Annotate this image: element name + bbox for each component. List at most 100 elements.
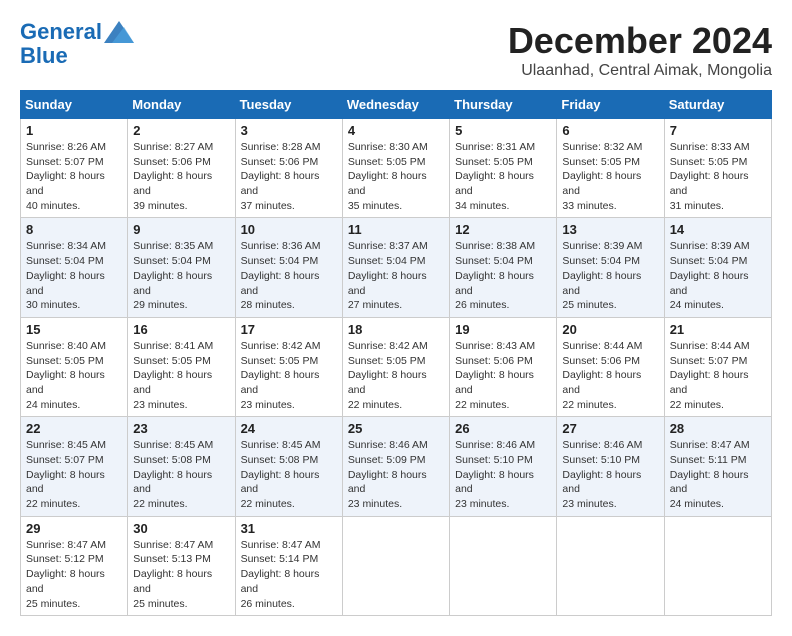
header-tuesday: Tuesday xyxy=(235,91,342,119)
day-detail: Sunrise: 8:33 AMSunset: 5:05 PMDaylight:… xyxy=(670,140,766,213)
table-row: 29 Sunrise: 8:47 AMSunset: 5:12 PMDaylig… xyxy=(21,516,128,615)
day-detail: Sunrise: 8:37 AMSunset: 5:04 PMDaylight:… xyxy=(348,239,444,312)
day-number: 11 xyxy=(348,222,444,237)
table-row: 4 Sunrise: 8:30 AMSunset: 5:05 PMDayligh… xyxy=(342,119,449,218)
calendar-table: SundayMondayTuesdayWednesdayThursdayFrid… xyxy=(20,90,772,616)
day-number: 4 xyxy=(348,123,444,138)
logo: General Blue xyxy=(20,20,134,68)
day-number: 1 xyxy=(26,123,122,138)
day-number: 14 xyxy=(670,222,766,237)
header-friday: Friday xyxy=(557,91,664,119)
day-detail: Sunrise: 8:47 AMSunset: 5:14 PMDaylight:… xyxy=(241,538,337,611)
table-row: 19 Sunrise: 8:43 AMSunset: 5:06 PMDaylig… xyxy=(450,317,557,416)
day-detail: Sunrise: 8:32 AMSunset: 5:05 PMDaylight:… xyxy=(562,140,658,213)
day-number: 23 xyxy=(133,421,229,436)
table-row: 24 Sunrise: 8:45 AMSunset: 5:08 PMDaylig… xyxy=(235,417,342,516)
page-header: General Blue December 2024 Ulaanhad, Cen… xyxy=(20,20,772,80)
table-row: 7 Sunrise: 8:33 AMSunset: 5:05 PMDayligh… xyxy=(664,119,771,218)
day-number: 8 xyxy=(26,222,122,237)
logo-blue-text: Blue xyxy=(20,44,68,68)
day-detail: Sunrise: 8:43 AMSunset: 5:06 PMDaylight:… xyxy=(455,339,551,412)
table-row: 28 Sunrise: 8:47 AMSunset: 5:11 PMDaylig… xyxy=(664,417,771,516)
table-row: 3 Sunrise: 8:28 AMSunset: 5:06 PMDayligh… xyxy=(235,119,342,218)
table-row: 22 Sunrise: 8:45 AMSunset: 5:07 PMDaylig… xyxy=(21,417,128,516)
day-number: 26 xyxy=(455,421,551,436)
day-detail: Sunrise: 8:44 AMSunset: 5:06 PMDaylight:… xyxy=(562,339,658,412)
day-detail: Sunrise: 8:41 AMSunset: 5:05 PMDaylight:… xyxy=(133,339,229,412)
day-detail: Sunrise: 8:31 AMSunset: 5:05 PMDaylight:… xyxy=(455,140,551,213)
table-row xyxy=(664,516,771,615)
table-row: 13 Sunrise: 8:39 AMSunset: 5:04 PMDaylig… xyxy=(557,218,664,317)
table-row: 26 Sunrise: 8:46 AMSunset: 5:10 PMDaylig… xyxy=(450,417,557,516)
day-number: 2 xyxy=(133,123,229,138)
table-row: 30 Sunrise: 8:47 AMSunset: 5:13 PMDaylig… xyxy=(128,516,235,615)
day-detail: Sunrise: 8:30 AMSunset: 5:05 PMDaylight:… xyxy=(348,140,444,213)
day-detail: Sunrise: 8:39 AMSunset: 5:04 PMDaylight:… xyxy=(670,239,766,312)
day-detail: Sunrise: 8:27 AMSunset: 5:06 PMDaylight:… xyxy=(133,140,229,213)
day-number: 10 xyxy=(241,222,337,237)
page-title: December 2024 xyxy=(508,20,772,62)
table-row: 9 Sunrise: 8:35 AMSunset: 5:04 PMDayligh… xyxy=(128,218,235,317)
day-number: 22 xyxy=(26,421,122,436)
header-thursday: Thursday xyxy=(450,91,557,119)
day-number: 20 xyxy=(562,322,658,337)
table-row: 16 Sunrise: 8:41 AMSunset: 5:05 PMDaylig… xyxy=(128,317,235,416)
table-row: 31 Sunrise: 8:47 AMSunset: 5:14 PMDaylig… xyxy=(235,516,342,615)
day-number: 30 xyxy=(133,521,229,536)
day-number: 7 xyxy=(670,123,766,138)
table-row: 21 Sunrise: 8:44 AMSunset: 5:07 PMDaylig… xyxy=(664,317,771,416)
day-number: 16 xyxy=(133,322,229,337)
day-detail: Sunrise: 8:28 AMSunset: 5:06 PMDaylight:… xyxy=(241,140,337,213)
table-row xyxy=(557,516,664,615)
day-number: 19 xyxy=(455,322,551,337)
calendar-week-1: 1 Sunrise: 8:26 AMSunset: 5:07 PMDayligh… xyxy=(21,119,772,218)
calendar-week-2: 8 Sunrise: 8:34 AMSunset: 5:04 PMDayligh… xyxy=(21,218,772,317)
day-number: 24 xyxy=(241,421,337,436)
day-number: 21 xyxy=(670,322,766,337)
day-detail: Sunrise: 8:45 AMSunset: 5:08 PMDaylight:… xyxy=(241,438,337,511)
table-row: 6 Sunrise: 8:32 AMSunset: 5:05 PMDayligh… xyxy=(557,119,664,218)
table-row: 1 Sunrise: 8:26 AMSunset: 5:07 PMDayligh… xyxy=(21,119,128,218)
day-detail: Sunrise: 8:44 AMSunset: 5:07 PMDaylight:… xyxy=(670,339,766,412)
table-row: 10 Sunrise: 8:36 AMSunset: 5:04 PMDaylig… xyxy=(235,218,342,317)
calendar-header-row: SundayMondayTuesdayWednesdayThursdayFrid… xyxy=(21,91,772,119)
day-number: 6 xyxy=(562,123,658,138)
table-row: 25 Sunrise: 8:46 AMSunset: 5:09 PMDaylig… xyxy=(342,417,449,516)
calendar-week-4: 22 Sunrise: 8:45 AMSunset: 5:07 PMDaylig… xyxy=(21,417,772,516)
day-detail: Sunrise: 8:45 AMSunset: 5:07 PMDaylight:… xyxy=(26,438,122,511)
day-detail: Sunrise: 8:47 AMSunset: 5:12 PMDaylight:… xyxy=(26,538,122,611)
day-detail: Sunrise: 8:42 AMSunset: 5:05 PMDaylight:… xyxy=(241,339,337,412)
day-number: 27 xyxy=(562,421,658,436)
header-sunday: Sunday xyxy=(21,91,128,119)
day-number: 3 xyxy=(241,123,337,138)
table-row: 27 Sunrise: 8:46 AMSunset: 5:10 PMDaylig… xyxy=(557,417,664,516)
day-detail: Sunrise: 8:45 AMSunset: 5:08 PMDaylight:… xyxy=(133,438,229,511)
day-number: 29 xyxy=(26,521,122,536)
day-number: 9 xyxy=(133,222,229,237)
day-number: 31 xyxy=(241,521,337,536)
title-block: December 2024 Ulaanhad, Central Aimak, M… xyxy=(508,20,772,80)
day-detail: Sunrise: 8:47 AMSunset: 5:11 PMDaylight:… xyxy=(670,438,766,511)
table-row: 15 Sunrise: 8:40 AMSunset: 5:05 PMDaylig… xyxy=(21,317,128,416)
header-monday: Monday xyxy=(128,91,235,119)
day-number: 12 xyxy=(455,222,551,237)
table-row: 20 Sunrise: 8:44 AMSunset: 5:06 PMDaylig… xyxy=(557,317,664,416)
day-number: 15 xyxy=(26,322,122,337)
day-detail: Sunrise: 8:26 AMSunset: 5:07 PMDaylight:… xyxy=(26,140,122,213)
table-row: 8 Sunrise: 8:34 AMSunset: 5:04 PMDayligh… xyxy=(21,218,128,317)
day-number: 13 xyxy=(562,222,658,237)
day-detail: Sunrise: 8:35 AMSunset: 5:04 PMDaylight:… xyxy=(133,239,229,312)
table-row: 18 Sunrise: 8:42 AMSunset: 5:05 PMDaylig… xyxy=(342,317,449,416)
table-row: 17 Sunrise: 8:42 AMSunset: 5:05 PMDaylig… xyxy=(235,317,342,416)
day-detail: Sunrise: 8:34 AMSunset: 5:04 PMDaylight:… xyxy=(26,239,122,312)
page-subtitle: Ulaanhad, Central Aimak, Mongolia xyxy=(508,62,772,80)
day-detail: Sunrise: 8:42 AMSunset: 5:05 PMDaylight:… xyxy=(348,339,444,412)
calendar-week-5: 29 Sunrise: 8:47 AMSunset: 5:12 PMDaylig… xyxy=(21,516,772,615)
day-number: 5 xyxy=(455,123,551,138)
day-number: 17 xyxy=(241,322,337,337)
table-row: 23 Sunrise: 8:45 AMSunset: 5:08 PMDaylig… xyxy=(128,417,235,516)
table-row xyxy=(342,516,449,615)
day-detail: Sunrise: 8:39 AMSunset: 5:04 PMDaylight:… xyxy=(562,239,658,312)
header-wednesday: Wednesday xyxy=(342,91,449,119)
day-number: 25 xyxy=(348,421,444,436)
